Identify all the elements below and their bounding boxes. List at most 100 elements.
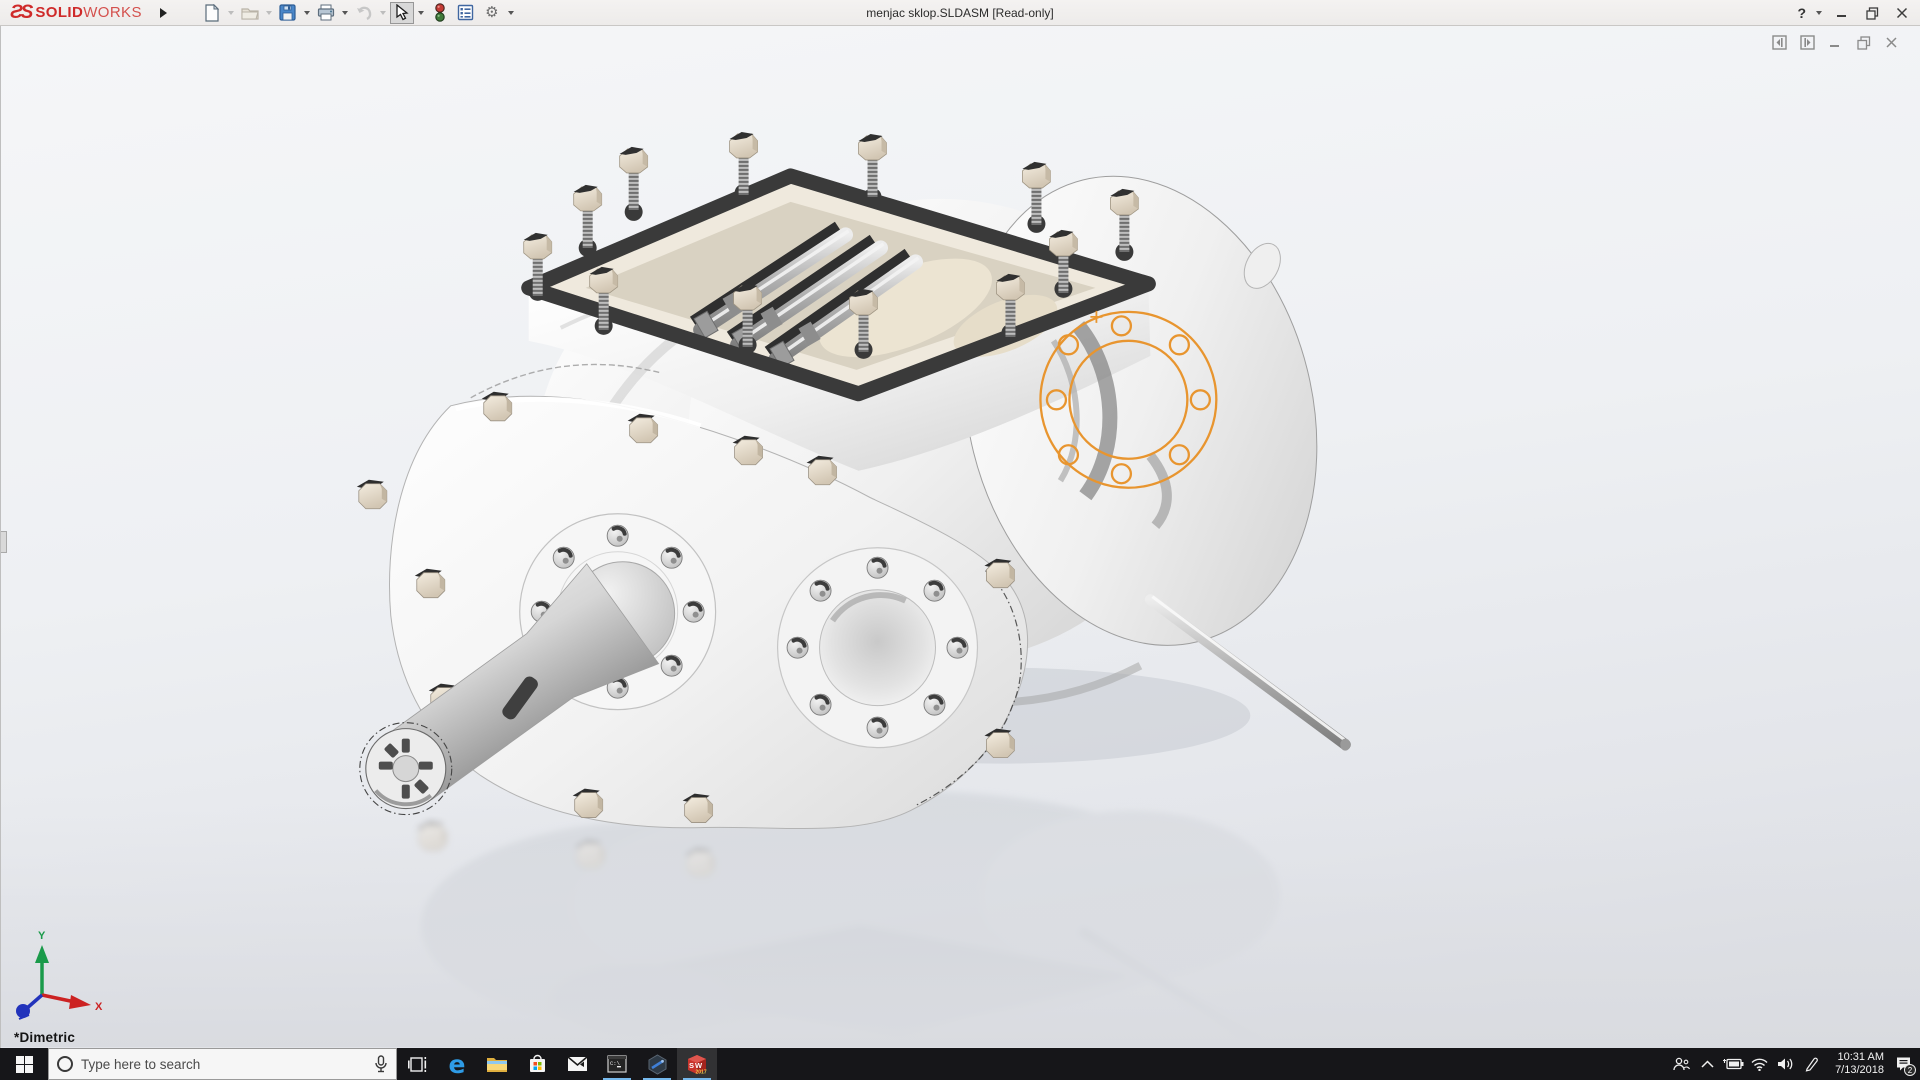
battery-tray-button[interactable] [1720, 1048, 1746, 1080]
speaker-icon [1777, 1057, 1794, 1071]
right-bearing-flange[interactable] [778, 548, 978, 748]
new-document-dropdown[interactable] [226, 2, 236, 24]
save-dropdown[interactable] [302, 2, 312, 24]
stoplight-icon [434, 3, 446, 22]
command-prompt-icon: C:\ [607, 1055, 627, 1073]
gearbox-assembly-model[interactable] [1, 26, 1920, 1047]
pen-icon [1804, 1057, 1819, 1072]
task-view-button[interactable] [397, 1048, 437, 1080]
minimize-icon [1836, 7, 1848, 19]
action-center-button[interactable]: 2 [1890, 1048, 1916, 1080]
doc-restore-button[interactable] [1855, 34, 1872, 51]
file-properties-icon [457, 4, 474, 21]
view-orientation-label: *Dimetric [14, 1030, 75, 1045]
store-app-button[interactable] [517, 1048, 557, 1080]
save-button[interactable] [276, 2, 300, 24]
print-button[interactable] [314, 2, 338, 24]
print-icon [317, 4, 335, 21]
taskbar-clock[interactable]: 10:31 AM 7/13/2018 [1824, 1051, 1890, 1077]
doc-minimize-icon [1829, 36, 1842, 49]
restore-button[interactable] [1860, 3, 1884, 23]
menu-flyout-button[interactable] [156, 4, 172, 22]
command-prompt-button[interactable]: C:\ [597, 1048, 637, 1080]
select-tool-button[interactable] [390, 2, 414, 24]
doc-close-button[interactable] [1883, 34, 1900, 51]
triad-y-arrow [35, 945, 49, 963]
orientation-triad[interactable]: Y X [9, 927, 129, 1022]
print-dropdown[interactable] [340, 2, 350, 24]
save-floppy-icon [279, 4, 296, 21]
file-explorer-icon [486, 1055, 508, 1073]
system-tray: 10:31 AM 7/13/2018 2 [1668, 1048, 1920, 1080]
edge-icon: e [449, 1052, 466, 1077]
minimize-button[interactable] [1830, 3, 1854, 23]
triad-x-arrow [69, 995, 91, 1009]
rebuild-stoplight-button[interactable] [428, 2, 452, 24]
battery-charging-icon [1723, 1058, 1744, 1070]
search-input[interactable] [81, 1057, 366, 1072]
store-icon [528, 1054, 547, 1074]
volume-tray-button[interactable] [1772, 1048, 1798, 1080]
graphics-viewport[interactable]: Y X *Dimetric [0, 26, 1920, 1048]
task-view-icon [408, 1056, 427, 1073]
pane-right-button[interactable] [1799, 34, 1816, 51]
pane-left-icon [1772, 35, 1787, 50]
open-button[interactable] [238, 2, 262, 24]
undo-dropdown[interactable] [378, 2, 388, 24]
restore-icon [1866, 7, 1879, 20]
pen-tray-button[interactable] [1798, 1048, 1824, 1080]
people-icon [1673, 1057, 1690, 1072]
undo-button[interactable] [352, 2, 376, 24]
cortana-icon[interactable] [57, 1056, 73, 1072]
help-dropdown[interactable] [1814, 2, 1824, 24]
edge-app-button[interactable]: e [437, 1048, 477, 1080]
microphone-icon[interactable] [374, 1055, 388, 1073]
titlebar: ƧS SOLIDWORKS [0, 0, 1920, 26]
mail-app-button[interactable] [557, 1048, 597, 1080]
solidworks-app-button[interactable]: SW 2017 [677, 1048, 717, 1080]
tray-overflow-button[interactable] [1694, 1048, 1720, 1080]
taskbar-search[interactable] [48, 1048, 397, 1080]
pane-left-button[interactable] [1771, 34, 1788, 51]
open-dropdown[interactable] [264, 2, 274, 24]
chevron-up-icon [1701, 1060, 1714, 1068]
doc-restore-icon [1857, 36, 1871, 50]
pane-right-icon [1800, 35, 1815, 50]
gear-icon: ⚙ [485, 5, 498, 20]
doc-close-icon [1885, 36, 1898, 49]
select-dropdown[interactable] [416, 2, 426, 24]
solidworks-logo-icon: ƧS [10, 2, 31, 24]
help-button[interactable]: ? [1795, 5, 1808, 21]
options-dropdown[interactable] [506, 2, 516, 24]
brand-solid: SOLID [35, 4, 83, 21]
wifi-tray-button[interactable] [1746, 1048, 1772, 1080]
brand-works: WORKS [83, 4, 142, 21]
svg-text:2017: 2017 [696, 1069, 707, 1075]
start-button[interactable] [0, 1048, 48, 1080]
doc-minimize-button[interactable] [1827, 34, 1844, 51]
open-folder-icon [241, 5, 259, 21]
file-properties-button[interactable] [454, 2, 478, 24]
options-button[interactable]: ⚙ [480, 2, 504, 24]
document-window-controls [1771, 34, 1900, 51]
new-document-icon [204, 4, 220, 22]
hexagon-app-icon [647, 1054, 668, 1075]
svg-text:C:\: C:\ [610, 1060, 620, 1067]
quick-toolbar: ⚙ [200, 2, 516, 24]
reflection-fade [1, 796, 1920, 1048]
wifi-icon [1751, 1058, 1768, 1071]
hexagon-app-button[interactable] [637, 1048, 677, 1080]
triad-y-label: Y [38, 930, 46, 942]
flyout-arrow-icon [160, 8, 167, 18]
close-icon [1896, 7, 1908, 19]
windows-logo-icon [16, 1056, 33, 1073]
clock-time: 10:31 AM [1824, 1051, 1884, 1064]
people-tray-button[interactable] [1668, 1048, 1694, 1080]
new-document-button[interactable] [200, 2, 224, 24]
clock-date: 7/13/2018 [1824, 1064, 1884, 1077]
close-button[interactable] [1890, 3, 1914, 23]
file-explorer-button[interactable] [477, 1048, 517, 1080]
notification-badge: 2 [1904, 1064, 1916, 1076]
select-cursor-icon [395, 4, 409, 21]
mail-icon [567, 1056, 588, 1072]
